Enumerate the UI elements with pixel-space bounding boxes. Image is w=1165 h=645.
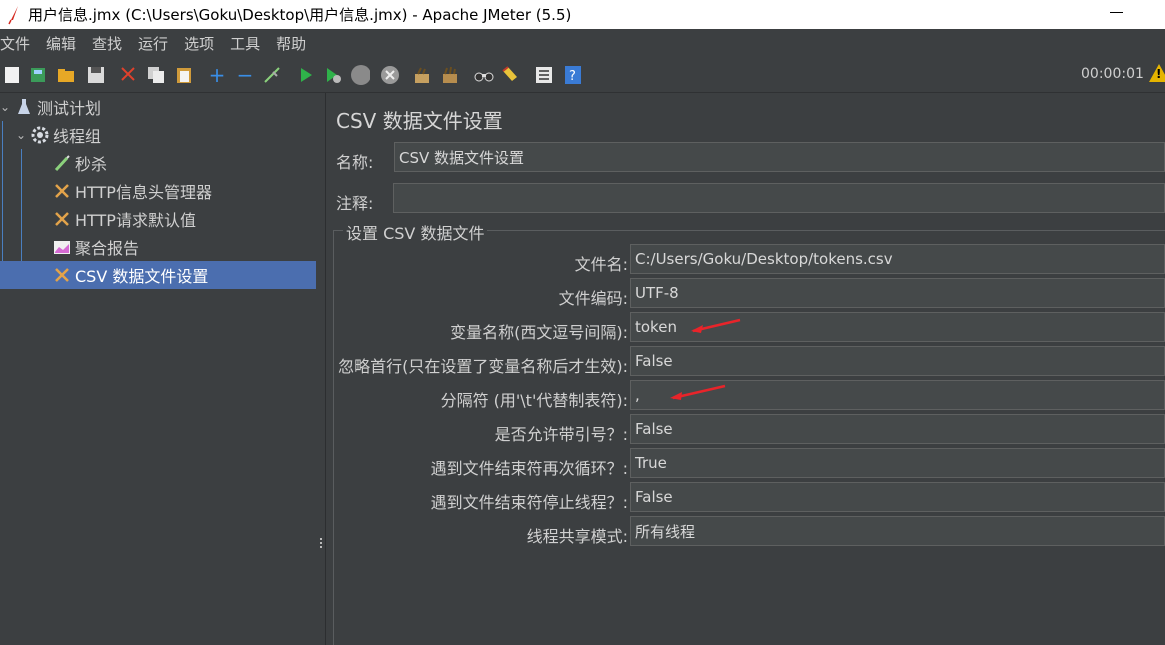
tree-item-label: 聚合报告: [75, 239, 140, 258]
flask-icon: [14, 97, 34, 117]
menu-help[interactable]: 帮助: [276, 33, 306, 54]
menu-file[interactable]: 文件: [0, 33, 30, 54]
name-field[interactable]: CSV 数据文件设置: [394, 142, 1165, 172]
annotation-arrow: [691, 318, 741, 333]
tools-icon: [52, 181, 72, 201]
title-bar: 用户信息.jmx (C:\Users\Goku\Desktop\用户信息.jmx…: [0, 0, 1165, 29]
start-icon[interactable]: [296, 65, 316, 85]
gear-icon: [30, 125, 50, 145]
clear-all-icon[interactable]: [440, 65, 460, 85]
allow-quoted-field[interactable]: False: [630, 414, 1165, 444]
svg-text:?: ?: [569, 69, 576, 84]
chevron-down-icon[interactable]: ⌄: [16, 128, 30, 142]
tree-item-label: HTTP请求默认值: [75, 211, 196, 230]
clear-icon[interactable]: [412, 65, 432, 85]
cut-icon[interactable]: [118, 65, 138, 85]
tree-item-label: 测试计划: [37, 99, 102, 118]
tree-item-label: 线程组: [53, 127, 102, 146]
collapse-icon[interactable]: −: [235, 65, 255, 85]
menu-tools[interactable]: 工具: [230, 33, 260, 54]
menu-bar: 文件 编辑 查找 运行 选项 工具 帮助: [0, 29, 1165, 57]
help-icon[interactable]: ?: [563, 65, 583, 85]
tools-icon: [52, 209, 72, 229]
tree-item-label: 秒杀: [75, 155, 108, 174]
function-helper-icon[interactable]: [534, 65, 554, 85]
shutdown-icon[interactable]: [380, 65, 400, 85]
toggle-icon[interactable]: [262, 65, 282, 85]
pipette-icon: [52, 153, 72, 173]
comment-field[interactable]: [393, 183, 1165, 213]
menu-search[interactable]: 查找: [92, 33, 122, 54]
reset-search-icon[interactable]: [500, 65, 520, 85]
stop-icon[interactable]: [350, 65, 370, 85]
copy-icon[interactable]: [146, 65, 166, 85]
filename-field[interactable]: C:/Users/Goku/Desktop/tokens.csv: [630, 244, 1165, 274]
graph-icon: [52, 237, 72, 257]
open-icon[interactable]: [56, 65, 76, 85]
templates-icon[interactable]: [28, 65, 48, 85]
minimize-button[interactable]: [1108, 3, 1128, 23]
tree-item-csv-data-set[interactable]: CSV 数据文件设置: [0, 261, 316, 289]
search-icon[interactable]: [474, 65, 494, 85]
encoding-field[interactable]: UTF-8: [630, 278, 1165, 308]
menu-edit[interactable]: 编辑: [46, 33, 76, 54]
recycle-eof-field[interactable]: True: [630, 448, 1165, 478]
start-no-pause-icon[interactable]: [323, 65, 343, 85]
stop-thread-eof-field[interactable]: False: [630, 482, 1165, 512]
tools-icon: [52, 265, 72, 285]
jmeter-feather-icon: [4, 3, 24, 27]
sharing-mode-label: 线程共享模式:: [526, 527, 628, 546]
warning-icon[interactable]: [1149, 64, 1165, 82]
delimiter-label: 分隔符 (用'\t'代替制表符):: [440, 391, 628, 410]
save-icon[interactable]: [86, 65, 106, 85]
tree-item-thread-group[interactable]: ⌄ 线程组: [16, 121, 101, 149]
stop-thread-eof-label: 遇到文件结束符停止线程？:: [430, 493, 628, 512]
group-title: 设置 CSV 数据文件: [343, 220, 488, 244]
elapsed-timer: 00:00:01: [1081, 66, 1144, 82]
page-title: CSV 数据文件设置: [336, 109, 503, 133]
expand-icon[interactable]: +: [207, 65, 227, 85]
annotation-arrow: [670, 384, 726, 400]
allow-quoted-label: 是否允许带引号？:: [494, 425, 628, 444]
tree-item-test-plan[interactable]: ⌄ 测试计划: [0, 93, 101, 121]
tree-item-aggregate-report[interactable]: 聚合报告: [52, 233, 139, 261]
paste-icon[interactable]: [174, 65, 194, 85]
ignore-first-line-field[interactable]: False: [630, 346, 1165, 376]
chevron-down-icon[interactable]: ⌄: [0, 100, 14, 114]
new-icon[interactable]: [2, 65, 22, 85]
recycle-eof-label: 遇到文件结束符再次循环？:: [430, 459, 628, 478]
splitter[interactable]: [316, 93, 326, 645]
ignore-first-line-label: 忽略首行(只在设置了变量名称后才生效):: [338, 357, 628, 376]
encoding-label: 文件编码:: [558, 289, 628, 308]
filename-label: 文件名:: [574, 255, 628, 274]
window-title: 用户信息.jmx (C:\Users\Goku\Desktop\用户信息.jmx…: [28, 6, 572, 24]
tree-item-seckill[interactable]: 秒杀: [52, 149, 107, 177]
group-border: [333, 230, 334, 645]
variable-names-label: 变量名称(西文逗号间隔):: [450, 323, 628, 342]
test-plan-tree: ⌄ 测试计划 ⌄ 线程组 秒杀 HTTP信息头管理器 HTTP请求默认值 聚合报…: [0, 93, 316, 645]
name-label: 名称:: [336, 153, 374, 172]
sharing-mode-field[interactable]: 所有线程: [630, 516, 1165, 546]
comment-label: 注释:: [336, 194, 374, 213]
tree-item-header-manager[interactable]: HTTP信息头管理器: [52, 177, 212, 205]
menu-run[interactable]: 运行: [138, 33, 168, 54]
tree-item-http-defaults[interactable]: HTTP请求默认值: [52, 205, 196, 233]
tree-item-label: CSV 数据文件设置: [75, 267, 209, 286]
menu-options[interactable]: 选项: [184, 33, 214, 54]
tree-item-label: HTTP信息头管理器: [75, 183, 212, 202]
splitter-grip[interactable]: [319, 538, 323, 552]
csv-config-panel: CSV 数据文件设置 名称: CSV 数据文件设置 注释: 设置 CSV 数据文…: [327, 93, 1165, 645]
toolbar: + − ? 00:00:01: [0, 57, 1165, 93]
